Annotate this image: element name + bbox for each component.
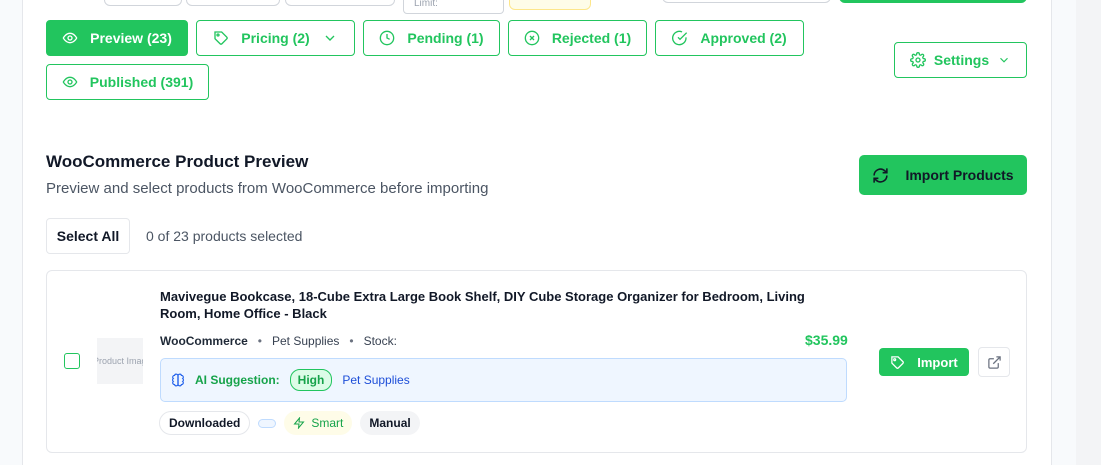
downloaded-tag: Downloaded bbox=[159, 411, 251, 435]
filter-label: Pricing (2) bbox=[241, 30, 310, 46]
external-link-icon bbox=[987, 355, 1001, 369]
limit-label: Limit: bbox=[414, 0, 438, 9]
filter-published-button[interactable]: Published (391) bbox=[46, 64, 209, 100]
tag-icon bbox=[214, 31, 229, 45]
product-price: $35.99 bbox=[805, 332, 848, 348]
product-checkbox[interactable] bbox=[64, 353, 80, 369]
section-subtitle: Preview and select products from WooComm… bbox=[46, 180, 489, 197]
import-products-label: Import Products bbox=[905, 167, 1014, 183]
product-title: Mavivegue Bookcase, 18-Cube Extra Large … bbox=[160, 289, 805, 321]
smart-tag: Smart bbox=[284, 411, 353, 435]
filter-pending-button[interactable]: Pending (1) bbox=[363, 20, 500, 56]
ai-suggestion-box: AI Suggestion: High Pet Supplies bbox=[160, 358, 847, 402]
import-button[interactable]: Import bbox=[879, 348, 969, 376]
settings-button[interactable]: Settings bbox=[894, 42, 1027, 78]
brain-icon bbox=[171, 373, 185, 387]
eye-icon bbox=[62, 32, 78, 44]
product-card: Product Image Mavivegue Bookcase, 18-Cub… bbox=[46, 270, 1027, 453]
manual-tag: Manual bbox=[360, 411, 420, 435]
filter-label: Pending (1) bbox=[407, 30, 484, 46]
meta-separator: • bbox=[257, 334, 262, 348]
chevron-down-icon bbox=[325, 35, 335, 41]
open-external-button[interactable] bbox=[978, 347, 1010, 377]
ai-suggestion-label: AI Suggestion: bbox=[195, 373, 280, 387]
empty-tag bbox=[258, 418, 277, 428]
check-circle-icon bbox=[672, 30, 688, 46]
smart-tag-label: Smart bbox=[311, 416, 344, 430]
right-scroll-gutter bbox=[1076, 0, 1101, 465]
clock-icon bbox=[380, 30, 395, 46]
top-control[interactable] bbox=[186, 0, 280, 6]
meta-separator: • bbox=[349, 334, 354, 348]
x-circle-icon bbox=[524, 30, 540, 46]
filter-label: Published (391) bbox=[89, 74, 194, 90]
product-category: Pet Supplies bbox=[272, 334, 340, 348]
tag-icon bbox=[891, 355, 905, 369]
refresh-icon bbox=[873, 167, 889, 183]
section-title: WooCommerce Product Preview bbox=[46, 152, 309, 171]
product-meta: WooCommerce • Pet Supplies • Stock: bbox=[160, 334, 397, 348]
product-tags: Downloaded Smart Manual bbox=[159, 411, 420, 435]
product-image: Product Image bbox=[97, 338, 143, 384]
select-all-button[interactable]: Select All bbox=[46, 218, 130, 254]
filter-label: Preview (23) bbox=[90, 30, 172, 46]
ai-confidence-badge: High bbox=[289, 369, 333, 391]
top-control[interactable] bbox=[285, 0, 395, 6]
top-control[interactable] bbox=[104, 0, 182, 6]
filter-preview-button[interactable]: Preview (23) bbox=[46, 20, 188, 56]
filter-rejected-button[interactable]: Rejected (1) bbox=[508, 20, 647, 56]
product-source: WooCommerce bbox=[160, 334, 248, 348]
filter-label: Rejected (1) bbox=[551, 30, 632, 46]
top-badge bbox=[509, 0, 591, 10]
limit-field[interactable]: Limit: bbox=[403, 0, 504, 14]
top-action-button[interactable] bbox=[839, 0, 1027, 3]
filter-label: Approved (2) bbox=[700, 30, 787, 46]
gear-icon bbox=[909, 52, 926, 68]
filter-approved-button[interactable]: Approved (2) bbox=[655, 20, 804, 56]
import-label: Import bbox=[917, 354, 958, 370]
eye-icon bbox=[62, 76, 78, 88]
top-search-field[interactable] bbox=[662, 0, 831, 3]
product-image-alt: Product Image bbox=[97, 356, 143, 366]
filter-pricing-button[interactable]: Pricing (2) bbox=[196, 20, 355, 56]
settings-label: Settings bbox=[933, 52, 990, 68]
import-products-button[interactable]: Import Products bbox=[859, 155, 1027, 195]
product-stock-label: Stock: bbox=[363, 334, 397, 348]
ai-suggested-category[interactable]: Pet Supplies bbox=[342, 373, 409, 387]
chevron-down-icon bbox=[1000, 57, 1009, 63]
lightning-icon bbox=[293, 417, 305, 429]
selection-count: 0 of 23 products selected bbox=[146, 228, 303, 244]
